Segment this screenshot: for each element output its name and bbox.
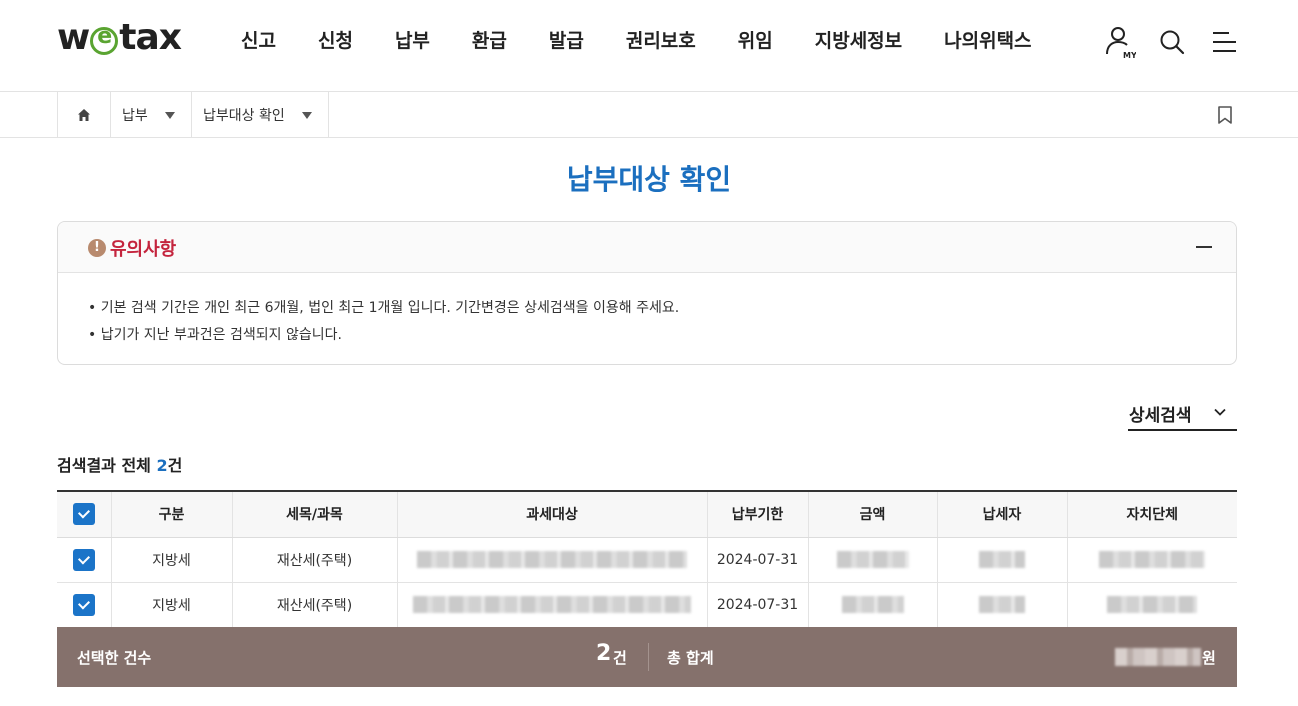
gnb-item-refund[interactable]: 환급 <box>451 26 528 56</box>
collapse-icon[interactable] <box>1196 246 1212 248</box>
gnb-item-issue[interactable]: 발급 <box>528 26 605 56</box>
breadcrumb-level2-dropdown[interactable]: 납부대상 확인 <box>192 92 329 137</box>
table-row[interactable]: 지방세 재산세(주택) 2024-07-31 <box>57 582 1237 628</box>
gnb-item-payment[interactable]: 납부 <box>374 26 451 56</box>
logo-suffix: tax <box>119 17 182 58</box>
column-header-taxpayer: 납세자 <box>936 491 1067 538</box>
site-header: w tax 신고 신청 납부 환급 발급 권리보호 위임 지방세정보 나의위택스… <box>0 0 1298 92</box>
row-checkbox[interactable] <box>72 593 95 616</box>
table-row[interactable]: 지방세 재산세(주택) 2024-07-31 <box>57 537 1237 583</box>
summary-divider <box>648 643 649 671</box>
cell-taxpayer <box>936 582 1067 628</box>
redacted-taxpayer <box>979 596 1025 613</box>
notice-box: ! 유의사항 • 기본 검색 기간은 개인 최근 6개월, 법인 최근 1개월 … <box>57 221 1237 365</box>
row-select-cell <box>57 537 111 583</box>
result-count-suffix: 건 <box>167 456 183 475</box>
cell-due-date: 2024-07-31 <box>706 582 808 628</box>
cell-category: 지방세 <box>110 537 232 583</box>
cell-amount <box>807 537 937 583</box>
column-header-tax-object: 과세대상 <box>396 491 707 538</box>
redacted-municipality <box>1099 551 1206 568</box>
cell-amount <box>807 582 937 628</box>
breadcrumb: 납부 납부대상 확인 <box>0 92 1298 138</box>
cell-municipality <box>1066 537 1237 583</box>
selected-count-label: 선택한 건수 <box>77 649 152 667</box>
cell-tax-object <box>396 582 707 628</box>
search-icon <box>1160 30 1185 55</box>
my-page-button[interactable]: MY <box>1104 24 1136 60</box>
notice-line: • 기본 검색 기간은 개인 최근 6개월, 법인 최근 1개월 입니다. 기간… <box>88 300 680 316</box>
notice-title: 유의사항 <box>110 239 177 260</box>
caret-down-icon <box>165 112 175 119</box>
gnb-item-apply[interactable]: 신청 <box>297 26 374 56</box>
logo-e-icon <box>90 24 119 55</box>
menu-icon <box>1213 32 1236 52</box>
search-button[interactable] <box>1156 24 1188 60</box>
redacted-amount <box>841 596 904 613</box>
logo-prefix: w <box>57 17 90 58</box>
cell-tax-item: 재산세(주택) <box>231 582 397 628</box>
breadcrumb-level1-dropdown[interactable]: 납부 <box>111 92 192 137</box>
result-count-number: 2 <box>156 456 168 475</box>
total-amount-label: 총 합계 <box>667 649 714 667</box>
menu-button[interactable] <box>1208 24 1240 60</box>
gnb-item-my-wetax[interactable]: 나의위택스 <box>923 26 1052 56</box>
select-all-cell <box>57 491 111 538</box>
redacted-taxpayer <box>979 551 1025 568</box>
column-header-municipality: 자치단체 <box>1066 491 1237 538</box>
row-checkbox[interactable] <box>72 548 95 571</box>
caret-down-icon <box>302 112 312 119</box>
cell-taxpayer <box>936 537 1067 583</box>
redacted-municipality <box>1107 596 1198 613</box>
detail-search-label: 상세검색 <box>1129 406 1192 426</box>
cell-tax-item: 재산세(주택) <box>231 537 397 583</box>
my-page-icon: MY <box>1106 27 1136 60</box>
home-icon <box>78 108 90 121</box>
selected-count-value: 2 <box>596 641 612 666</box>
gnb-item-report[interactable]: 신고 <box>220 26 297 56</box>
cell-municipality <box>1066 582 1237 628</box>
breadcrumb-level1-label: 납부 <box>122 107 148 124</box>
global-nav: 신고 신청 납부 환급 발급 권리보호 위임 지방세정보 나의위택스 <box>220 26 1053 56</box>
notice-header: ! 유의사항 <box>58 222 1236 273</box>
gnb-item-local-tax-info[interactable]: 지방세정보 <box>794 26 923 56</box>
redacted-tax-object <box>413 596 691 613</box>
result-count-prefix: 검색결과 전체 <box>57 456 157 475</box>
alert-icon: ! <box>88 239 106 257</box>
breadcrumb-level2-label: 납부대상 확인 <box>203 107 285 124</box>
redacted-tax-object <box>417 551 687 568</box>
select-all-checkbox[interactable] <box>72 503 95 526</box>
page-title: 납부대상 확인 <box>566 163 732 196</box>
column-header-due-date: 납부기한 <box>706 491 808 538</box>
cell-due-date: 2024-07-31 <box>706 537 808 583</box>
redacted-total-amount <box>1115 648 1201 666</box>
gnb-item-rights[interactable]: 권리보호 <box>605 26 717 56</box>
selection-summary-bar: 선택한 건수 2 건 총 합계 원 <box>57 627 1237 687</box>
redacted-amount <box>836 551 909 568</box>
gnb-item-delegation[interactable]: 위임 <box>717 26 794 56</box>
row-select-cell <box>57 582 111 628</box>
bookmark-icon[interactable] <box>1216 105 1234 125</box>
column-header-tax-item: 세목/과목 <box>231 491 397 538</box>
table-header-row: 구분 세목/과목 과세대상 납부기한 금액 납세자 자치단체 <box>57 491 1237 538</box>
payment-target-table: 구분 세목/과목 과세대상 납부기한 금액 납세자 자치단체 지방세 재산세(주… <box>57 490 1237 628</box>
my-label: MY <box>1123 51 1136 60</box>
detail-search-toggle[interactable]: 상세검색 <box>1128 399 1237 431</box>
result-count: 검색결과 전체 2건 <box>57 452 182 476</box>
column-header-category: 구분 <box>110 491 232 538</box>
currency-unit: 원 <box>1202 649 1216 667</box>
column-header-amount: 금액 <box>807 491 937 538</box>
chevron-down-icon <box>1214 408 1226 416</box>
utility-menu: MY <box>1104 24 1240 60</box>
home-button[interactable] <box>57 92 111 137</box>
notice-body: • 기본 검색 기간은 개인 최근 6개월, 법인 최근 1개월 입니다. 기간… <box>58 273 1236 349</box>
selected-count-unit: 건 <box>613 649 627 667</box>
cell-tax-object <box>396 537 707 583</box>
wetax-logo[interactable]: w tax <box>57 17 182 58</box>
cell-category: 지방세 <box>110 582 232 628</box>
notice-line: • 납기가 지난 부과건은 검색되지 않습니다. <box>88 327 342 343</box>
